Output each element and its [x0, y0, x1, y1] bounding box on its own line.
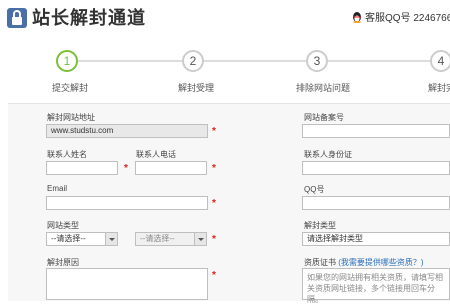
step-connector [204, 60, 306, 62]
site-type-select-primary[interactable]: --请选择-- [46, 232, 118, 246]
contact-name-label: 联系人姓名 [47, 150, 87, 159]
site-type-select-primary-value: --请选择-- [51, 234, 86, 243]
qq-label: QQ号 [304, 185, 325, 194]
step-connector [78, 60, 182, 62]
site-type-select-secondary[interactable]: --请选择-- [135, 232, 207, 246]
email-input[interactable] [46, 196, 208, 210]
step-1-circle: 1 [56, 50, 78, 72]
certificate-label: 资质证书 [304, 258, 336, 267]
required-mark: * [124, 163, 128, 174]
email-label: Email [47, 184, 68, 193]
step-2-circle: 2 [182, 50, 204, 72]
step-4-circle: 4 [430, 50, 450, 72]
step-3-label: 排除网站问题 [296, 83, 351, 93]
contact-phone-input[interactable] [135, 161, 207, 175]
required-mark: * [212, 270, 216, 281]
unblock-type-label: 解封类型 [304, 221, 336, 230]
site-url-label: 解封网站地址 [47, 113, 95, 122]
chevron-down-icon [194, 233, 206, 245]
step-2-label: 解封受理 [178, 83, 215, 93]
contact-phone-label: 联系人电话 [136, 150, 176, 159]
certificate-label-row: 资质证书 (我需要提供哪些资质？) [304, 257, 424, 268]
step-4-label: 解封完 [428, 83, 450, 93]
id-card-label: 联系人身份证 [304, 150, 352, 159]
lock-shield-icon [7, 8, 27, 28]
qq-penguin-icon [353, 12, 361, 23]
site-url-input[interactable]: www.studstu.com [46, 124, 208, 138]
site-type-select-secondary-value: --请选择-- [140, 234, 175, 243]
required-mark: * [212, 198, 216, 209]
certificate-help-link[interactable]: (我需要提供哪些资质？) [338, 258, 423, 267]
required-mark: * [212, 126, 216, 137]
id-card-input[interactable] [302, 161, 450, 175]
unblock-type-select[interactable]: 请选择解封类型 [302, 232, 450, 246]
icp-input[interactable] [302, 124, 450, 138]
contact-name-input[interactable] [46, 161, 118, 175]
step-1-label: 提交解封 [52, 83, 89, 93]
step-connector [328, 60, 430, 62]
qq-input[interactable] [302, 196, 450, 210]
chevron-down-icon [105, 233, 117, 245]
step-3-circle: 3 [306, 50, 328, 72]
support-text: 客服QQ号 2246766471 [365, 13, 450, 24]
site-type-label: 网站类型 [47, 221, 79, 230]
support-qq[interactable]: 客服QQ号 2246766471 [351, 9, 450, 24]
certificate-textarea[interactable]: 如果您的网站拥有相关资质，请填写相关资质网址链接，多个链接用回车分隔。 [302, 268, 450, 304]
required-mark: * [212, 163, 216, 174]
reason-textarea[interactable] [46, 268, 208, 300]
page-title: 站长解封通道 [32, 8, 146, 28]
required-mark: * [212, 234, 216, 245]
icp-label: 网站备案号 [304, 113, 344, 122]
reason-label: 解封原因 [47, 258, 79, 267]
header: 站长解封通道 客服QQ号 2246766471 [0, 0, 450, 36]
